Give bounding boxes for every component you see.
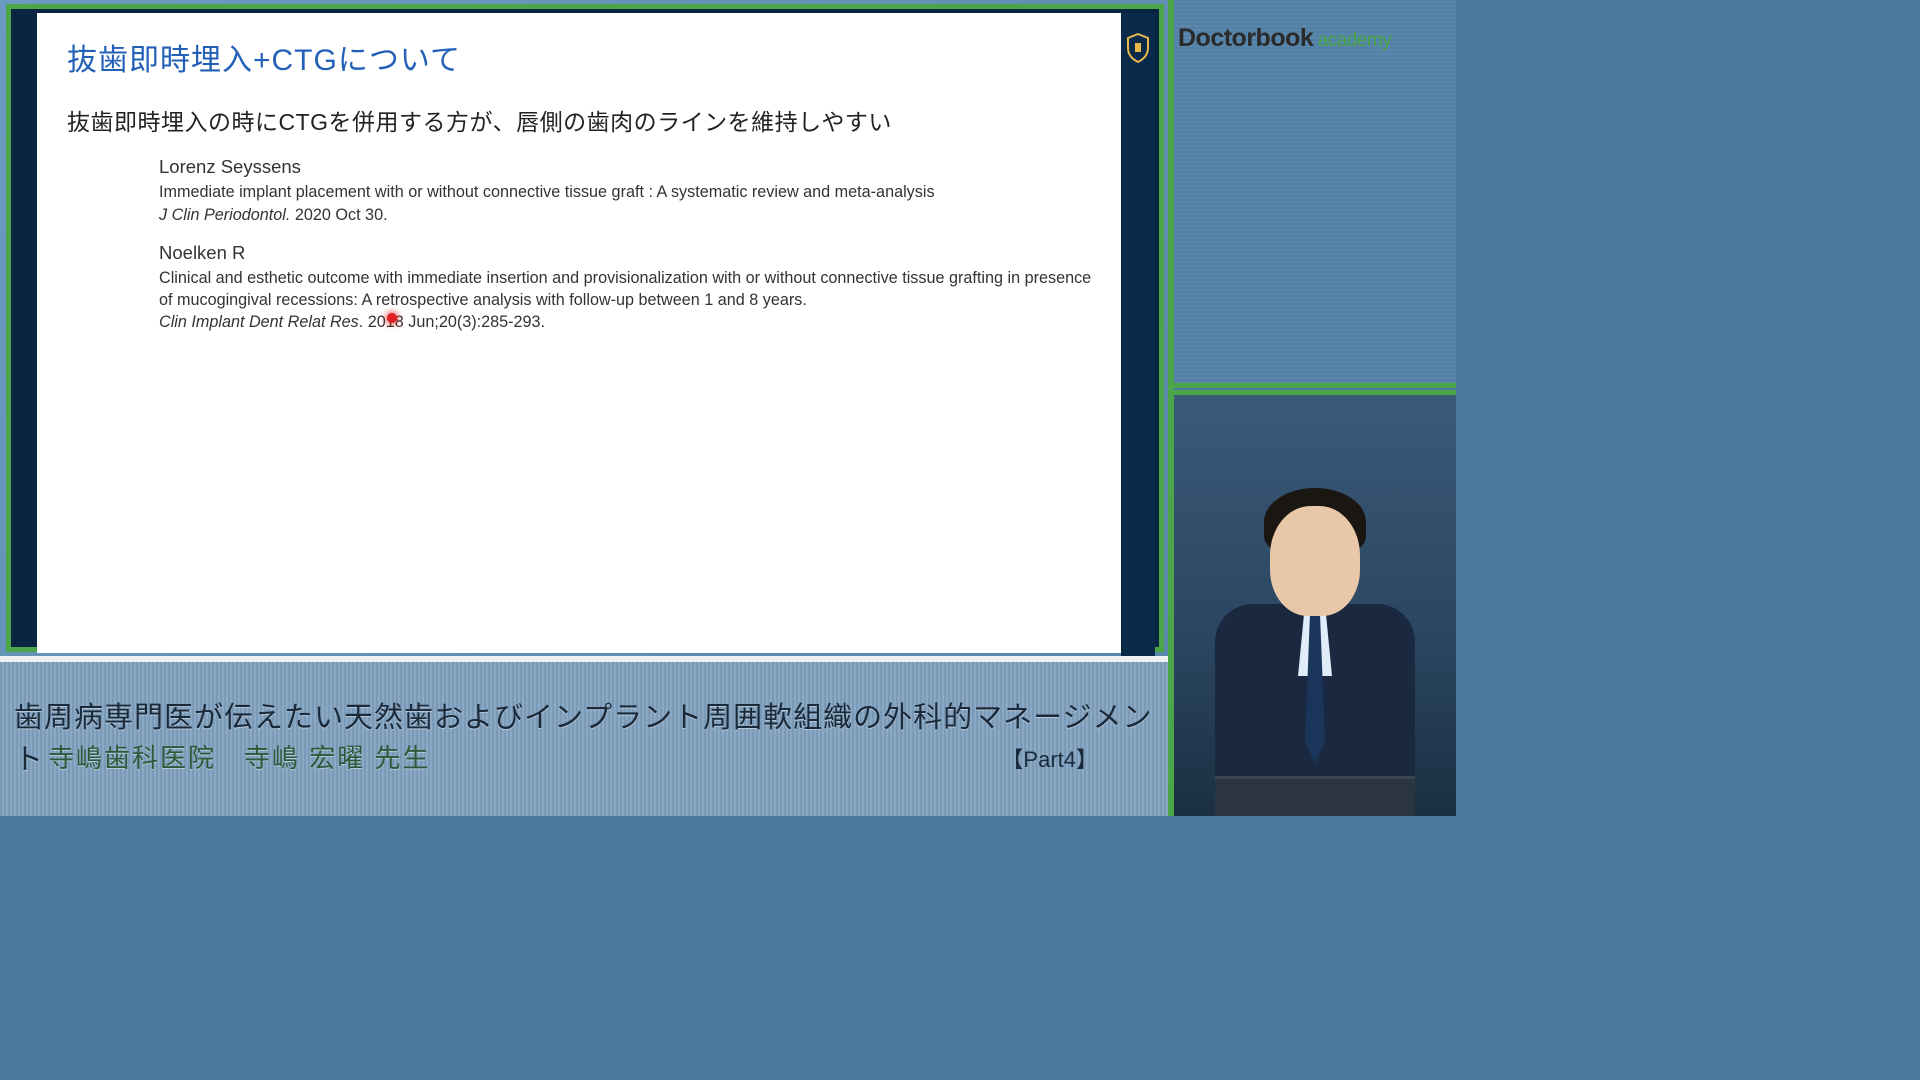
- presenter-laptop: [1215, 776, 1415, 816]
- laser-pointer-icon: [387, 313, 397, 323]
- shield-icon: [1126, 33, 1150, 63]
- presenter-head: [1270, 506, 1360, 616]
- brand-name: Doctorbook: [1178, 24, 1313, 52]
- reference-title: Immediate implant placement with or with…: [159, 182, 1103, 204]
- slide-right-strip: [1121, 13, 1155, 661]
- slide-area: 抜歯即時埋入+CTGについて 抜歯即時埋入の時にCTGを併用する方が、唇側の歯肉…: [0, 0, 1170, 656]
- lecturer-name: 寺嶋歯科医院 寺嶋 宏曜 先生: [48, 738, 430, 775]
- vertical-divider: [1168, 0, 1174, 816]
- brand-suffix: academy: [1318, 30, 1392, 51]
- slide-subtitle: 抜歯即時埋入の時にCTGを併用する方が、唇側の歯肉のラインを維持しやすい: [67, 103, 1103, 137]
- slide-content: 抜歯即時埋入+CTGについて 抜歯即時埋入の時にCTGを併用する方が、唇側の歯肉…: [37, 13, 1133, 653]
- part-label: 【Part4】: [1001, 742, 1098, 774]
- reference-author: Lorenz Seyssens: [159, 155, 1103, 180]
- reference-source: J Clin Periodontol. 2020 Oct 30.: [159, 205, 1103, 227]
- reference-source: Clin Implant Dent Relat Res. 2018 Jun;20…: [159, 312, 1103, 334]
- reference-item: Noelken R Clinical and esthetic outcome …: [159, 241, 1103, 335]
- brand-logo: Doctorbook academy: [1174, 24, 1456, 53]
- top-right-panel: [1174, 0, 1456, 388]
- reference-item: Lorenz Seyssens Immediate implant placem…: [159, 155, 1103, 227]
- presenter-camera: [1174, 390, 1456, 816]
- reference-title: Clinical and esthetic outcome with immed…: [159, 268, 1103, 312]
- slide-border: 抜歯即時埋入+CTGについて 抜歯即時埋入の時にCTGを併用する方が、唇側の歯肉…: [6, 4, 1164, 652]
- slide-title: 抜歯即時埋入+CTGについて: [67, 35, 1103, 79]
- reference-journal: Clin Implant Dent Relat Res: [159, 313, 359, 331]
- reference-journal: J Clin Periodontol.: [159, 206, 290, 224]
- reference-date: 2020 Oct 30.: [290, 206, 387, 224]
- reference-author: Noelken R: [159, 241, 1103, 266]
- presenter-figure: [1205, 456, 1425, 816]
- footer-band: 歯周病専門医が伝えたい天然歯およびインプラント周囲軟組織の外科的マネージメント …: [0, 656, 1170, 816]
